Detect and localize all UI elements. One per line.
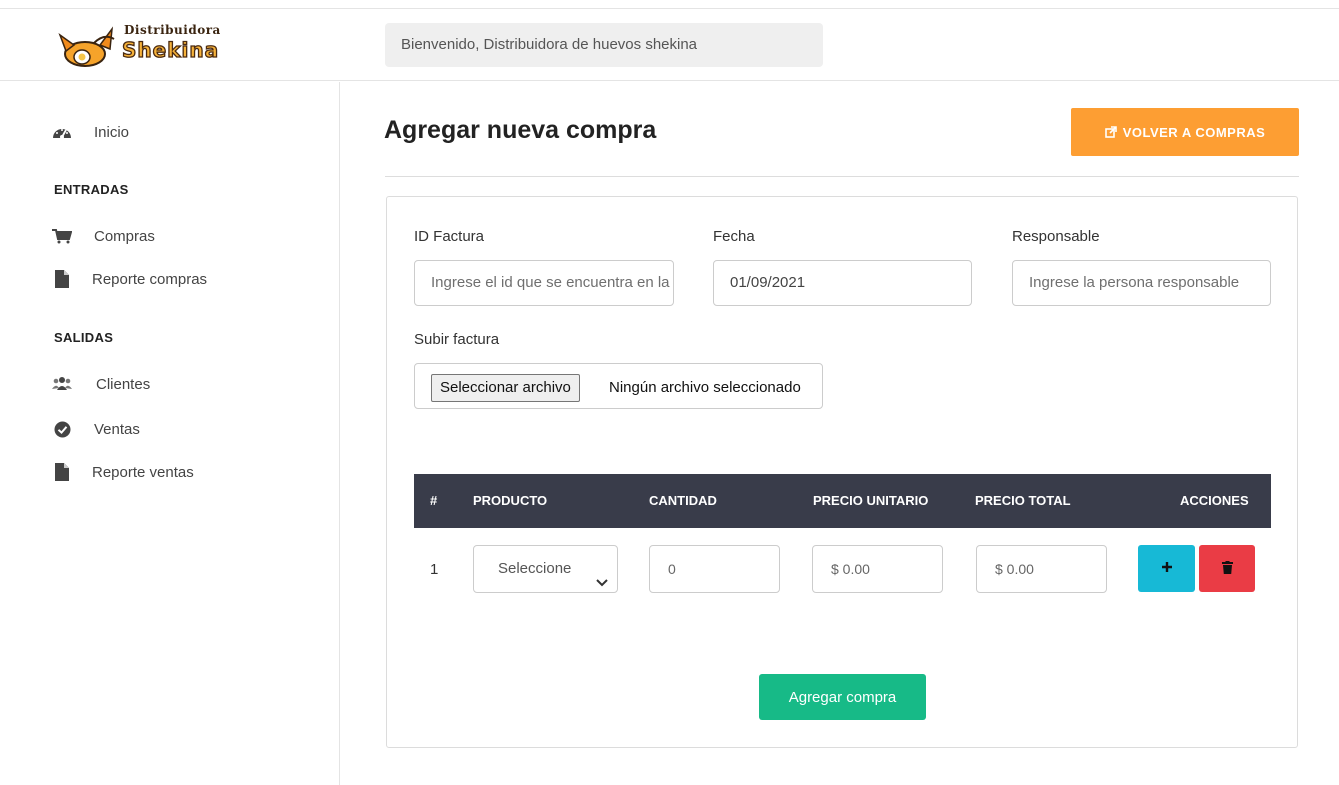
brand-line1: Distribuidora — [124, 23, 221, 37]
hen-logo-icon — [58, 26, 115, 67]
sidebar-item-clientes[interactable]: Clientes — [52, 372, 150, 396]
upload-label: Subir factura — [414, 331, 500, 348]
column-header-quantity: CANTIDAD — [649, 493, 717, 508]
sidebar-item-label: Inicio — [94, 123, 130, 141]
sidebar: Inicio ENTRADAS Compras Reporte compras … — [0, 82, 340, 785]
column-header-actions: ACCIONES — [1180, 493, 1249, 508]
quantity-input[interactable]: 0 — [649, 545, 780, 593]
sidebar-item-label: Clientes — [96, 375, 151, 393]
check-circle-icon — [52, 419, 72, 439]
products-table-header: # PRODUCTO CANTIDAD PRECIO UNITARIO PREC… — [414, 474, 1271, 528]
sidebar-item-ventas[interactable]: Ventas — [52, 417, 140, 441]
page-title: Agregar nueva compra — [384, 116, 657, 144]
invoice-id-label: ID Factura — [414, 228, 485, 245]
choose-file-button[interactable]: Seleccionar archivo — [431, 374, 580, 402]
column-header-unit-price: PRECIO UNITARIO — [813, 493, 929, 508]
back-to-purchases-button[interactable]: VOLVER A COMPRAS — [1071, 108, 1299, 156]
users-icon — [52, 374, 72, 394]
sidebar-item-reporte-compras[interactable]: Reporte compras — [52, 267, 207, 291]
date-label: Fecha — [713, 228, 755, 245]
welcome-banner: Bienvenido, Distribuidora de huevos shek… — [385, 23, 823, 67]
cart-icon — [52, 226, 72, 246]
brand-line2: Shekina — [121, 37, 220, 62]
column-header-index: # — [430, 493, 438, 508]
product-select[interactable]: Seleccione — [473, 545, 618, 593]
sidebar-item-inicio[interactable]: Inicio — [52, 120, 129, 144]
sidebar-item-label: Reporte ventas — [92, 463, 194, 481]
column-header-product: PRODUCTO — [473, 493, 548, 508]
sidebar-item-reporte-ventas[interactable]: Reporte ventas — [52, 460, 194, 484]
responsible-label: Responsable — [1012, 228, 1100, 245]
section-title-entradas: ENTRADAS — [54, 182, 129, 197]
external-link-icon — [1104, 126, 1117, 138]
document-icon — [52, 269, 72, 289]
plus-icon — [1161, 561, 1173, 576]
sidebar-item-compras[interactable]: Compras — [52, 224, 155, 248]
sidebar-item-label: Reporte compras — [92, 270, 208, 288]
file-status-text: Ningún archivo seleccionado — [609, 379, 801, 396]
delete-row-button[interactable] — [1199, 545, 1255, 592]
title-divider — [385, 176, 1299, 177]
section-title-salidas: SALIDAS — [54, 330, 114, 345]
row-index: 1 — [430, 561, 439, 578]
trash-icon — [1221, 560, 1233, 577]
total-price-input[interactable]: $ 0.00 — [976, 545, 1107, 593]
dashboard-icon — [52, 122, 72, 142]
sidebar-item-label: Compras — [94, 227, 155, 245]
top-header: Distribuidora Shekina Bienvenido, Distri… — [0, 9, 1339, 81]
add-row-button[interactable] — [1138, 545, 1195, 592]
sidebar-item-label: Ventas — [94, 420, 140, 438]
document-icon — [52, 462, 72, 482]
chevron-down-icon — [595, 562, 609, 587]
responsible-input[interactable]: Ingrese la persona responsable — [1012, 260, 1271, 306]
column-header-total-price: PRECIO TOTAL — [975, 493, 1071, 508]
invoice-id-input[interactable]: Ingrese el id que se encuentra en la fac… — [414, 260, 674, 306]
product-select-value: Seleccione — [498, 560, 572, 577]
add-purchase-button[interactable]: Agregar compra — [759, 674, 926, 720]
date-input[interactable]: 01/09/2021 — [713, 260, 972, 306]
back-button-label: VOLVER A COMPRAS — [1122, 124, 1266, 140]
brand-logo[interactable]: Distribuidora Shekina — [52, 21, 252, 71]
unit-price-input[interactable]: $ 0.00 — [812, 545, 943, 593]
invoice-file-input[interactable]: Seleccionar archivo Ningún archivo selec… — [414, 363, 823, 409]
